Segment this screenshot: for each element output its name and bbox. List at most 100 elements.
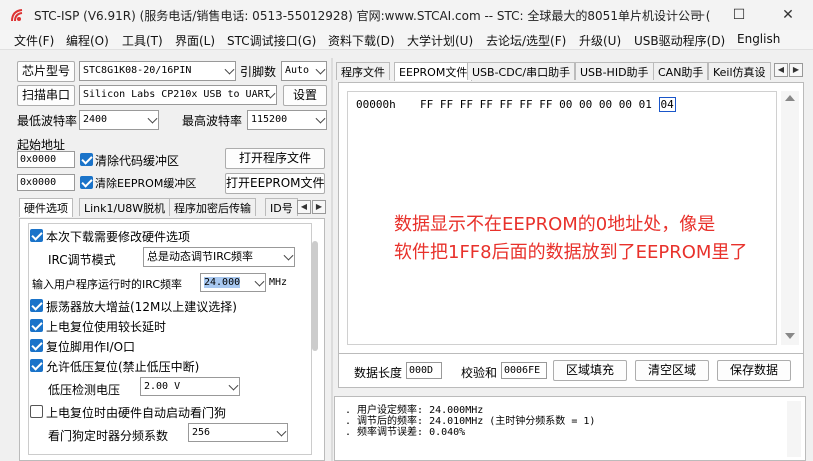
- hex-byte: 00: [618, 98, 632, 111]
- hex-byte: 00: [579, 98, 593, 111]
- hardware-options-panel: 本次下载需要修改硬件选项 IRC调节模式 总是动态调节IRC频率 输入用户程序运…: [19, 218, 325, 461]
- chevron-down-icon: [228, 380, 239, 391]
- tab-scroll-right-icon[interactable]: ▶: [312, 200, 326, 214]
- chevron-down-icon: [147, 113, 158, 124]
- low-volt-label: 低压检测电压: [48, 383, 121, 397]
- right-tab-scroll-right-icon[interactable]: ▶: [789, 63, 803, 77]
- log-scrollbar[interactable]: [787, 401, 801, 457]
- right-tab-bar: 程序文件 EEPROM文件 USB-CDC/串口助手 USB-HID助手 CAN…: [336, 62, 806, 82]
- log-line: . 调节后的频率: 24.010MHz (主时钟分频系数 = 1): [345, 416, 596, 427]
- power-delay-label: 上电复位使用较长延时: [46, 320, 167, 334]
- tab-hardware-options[interactable]: 硬件选项: [19, 198, 73, 217]
- tab-scroll-left-icon[interactable]: ◀: [297, 200, 311, 214]
- menu-debug[interactable]: STC调试接口(G): [227, 32, 316, 49]
- region-fill-button[interactable]: 区域填充: [553, 360, 627, 381]
- reset-io-checkbox[interactable]: [30, 339, 43, 352]
- tab-program-file[interactable]: 程序文件: [336, 62, 390, 80]
- wdt-divider-select[interactable]: 256: [188, 423, 288, 442]
- tab-can-helper[interactable]: CAN助手: [653, 62, 709, 80]
- open-program-file-button[interactable]: 打开程序文件: [225, 148, 325, 169]
- max-baud-label: 最高波特率: [182, 114, 243, 128]
- irc-frequency-select[interactable]: 24.000: [200, 273, 266, 292]
- menu-bar: 文件(F) 编程(O) 工具(T) 界面(L) STC调试接口(G) 资料下载(…: [0, 30, 813, 50]
- annotation-line-1: 数据显示不在EEPROM的0地址处，像是: [394, 214, 716, 235]
- tab-usb-hid[interactable]: USB-HID助手: [575, 62, 654, 80]
- data-length-value: 000D: [406, 362, 442, 379]
- irc-mode-select[interactable]: 总是动态调节IRC频率: [143, 247, 295, 267]
- options-scrollbar[interactable]: [312, 241, 318, 351]
- save-data-button[interactable]: 保存数据: [717, 360, 791, 381]
- min-baud-label: 最低波特率: [17, 114, 78, 128]
- hex-byte: FF: [519, 98, 533, 111]
- code-address-input[interactable]: 0x0000: [17, 151, 75, 168]
- pin-count-select[interactable]: Auto: [281, 61, 327, 81]
- tab-encrypted-transfer[interactable]: 程序加密后传输: [169, 198, 256, 216]
- scroll-down-icon[interactable]: [785, 333, 795, 339]
- pin-count-label: 引脚数: [240, 65, 277, 79]
- menu-usb-driver[interactable]: USB驱动程序(D): [634, 32, 725, 49]
- amp-gain-label: 振荡器放大增益(12M以上建议选择): [46, 300, 237, 314]
- chevron-down-icon: [276, 426, 287, 437]
- menu-interface[interactable]: 界面(L): [175, 32, 215, 49]
- right-tab-scroll-left-icon[interactable]: ◀: [774, 63, 788, 77]
- reset-io-label: 复位脚用作I/O口: [46, 340, 136, 354]
- close-button[interactable]: ✕: [766, 2, 810, 28]
- hex-byte: 00: [598, 98, 613, 111]
- scan-port-button[interactable]: 扫描串口: [17, 85, 75, 106]
- menu-english[interactable]: English: [737, 32, 780, 46]
- menu-tools[interactable]: 工具(T): [122, 32, 163, 49]
- clear-region-button[interactable]: 清空区域: [635, 360, 709, 381]
- chevron-down-icon: [283, 250, 294, 261]
- modify-hw-checkbox[interactable]: [30, 229, 43, 242]
- maximize-button[interactable]: ☐: [717, 2, 761, 28]
- scroll-up-icon[interactable]: [785, 95, 795, 101]
- settings-button[interactable]: 设置: [283, 85, 327, 106]
- eeprom-address-input[interactable]: 0x0000: [17, 174, 75, 191]
- tab-link1-offline[interactable]: Link1/U8W脱机: [79, 198, 171, 216]
- irc-frequency-label: 输入用户程序运行时的IRC频率: [32, 278, 183, 291]
- tab-usb-cdc-serial[interactable]: USB-CDC/串口助手: [467, 62, 576, 80]
- log-line: . 频率调节误差: 0.040%: [345, 427, 466, 438]
- title-bar: STC-ISP (V6.91R) (服务电话/销售电话: 0513-550129…: [0, 0, 813, 30]
- left-tab-bar: 硬件选项 Link1/U8W脱机 程序加密后传输 ID号 ◀ ▶: [17, 198, 327, 218]
- menu-university[interactable]: 大学计划(U): [407, 32, 473, 49]
- irc-unit-label: MHz: [269, 277, 288, 288]
- low-volt-reset-label: 允许低压复位(禁止低压中断): [46, 360, 200, 374]
- chip-model-button[interactable]: 芯片型号: [17, 61, 75, 82]
- tab-id-number[interactable]: ID号: [265, 198, 298, 216]
- minimize-button[interactable]: —: [676, 2, 720, 28]
- menu-upgrade[interactable]: 升级(U): [579, 32, 621, 49]
- watchdog-checkbox[interactable]: [30, 405, 43, 418]
- min-baud-select[interactable]: 2400: [79, 110, 159, 130]
- hex-byte: FF: [439, 98, 454, 111]
- menu-download[interactable]: 资料下载(D): [328, 32, 395, 49]
- serial-port-select[interactable]: Silicon Labs CP210x USB to UART: [79, 85, 277, 105]
- chevron-down-icon: [254, 276, 265, 287]
- chevron-down-icon: [315, 113, 326, 124]
- window-title: STC-ISP (V6.91R) (服务电话/销售电话: 0513-550129…: [34, 9, 711, 23]
- open-eeprom-file-button[interactable]: 打开EEPROM文件: [225, 173, 325, 194]
- tab-eeprom-file[interactable]: EEPROM文件: [394, 62, 473, 81]
- amp-gain-checkbox[interactable]: [30, 299, 43, 312]
- menu-forum[interactable]: 去论坛/选型(F): [486, 32, 566, 49]
- data-length-label: 数据长度: [354, 366, 403, 380]
- eeprom-controls: 数据长度 000D 校验和 0006FE 区域填充 清空区域 保存数据: [338, 354, 804, 388]
- clear-code-checkbox[interactable]: [80, 153, 93, 166]
- menu-program[interactable]: 编程(O): [66, 32, 109, 49]
- annotation-line-2: 软件把1FF8后面的数据放到了EEPROM里了: [394, 242, 748, 263]
- log-line: . 用户设定频率: 24.000MHz: [345, 405, 484, 416]
- low-volt-reset-checkbox[interactable]: [30, 359, 43, 372]
- chip-model-select[interactable]: STC8G1K08-20/16PIN: [79, 61, 236, 81]
- hex-byte: FF: [479, 98, 493, 111]
- tab-keil-sim[interactable]: Keil仿真设: [708, 62, 771, 80]
- max-baud-select[interactable]: 115200: [247, 110, 327, 130]
- panel-splitter[interactable]: [331, 58, 333, 461]
- hex-byte: FF: [499, 98, 513, 111]
- low-volt-select[interactable]: 2.00 V: [140, 377, 240, 396]
- clear-eeprom-checkbox[interactable]: [80, 176, 93, 189]
- hex-scrollbar[interactable]: [781, 91, 799, 345]
- watchdog-label: 上电复位时由硬件自动启动看门狗: [46, 406, 227, 420]
- power-delay-checkbox[interactable]: [30, 319, 43, 332]
- menu-file[interactable]: 文件(F): [14, 32, 54, 49]
- hex-byte-selected[interactable]: 04: [658, 97, 676, 112]
